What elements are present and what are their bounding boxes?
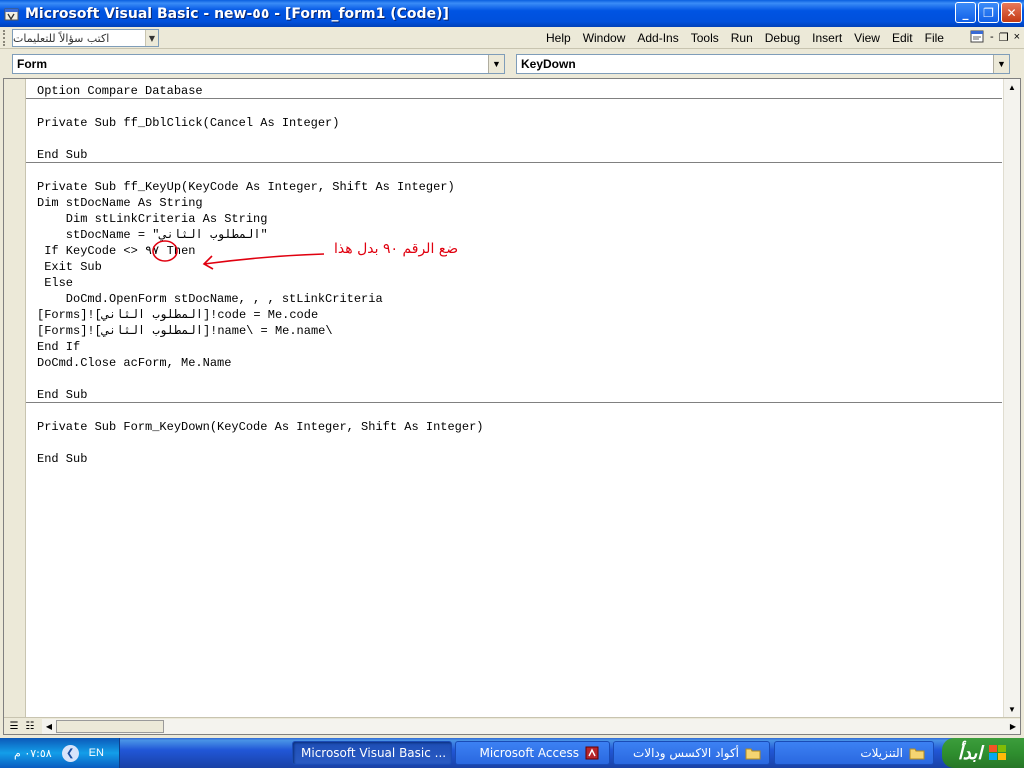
code-line: Private Sub Form_KeyDown(KeyCode As Inte…: [37, 420, 484, 434]
language-indicator[interactable]: EN: [89, 747, 104, 759]
procedure-view-icon[interactable]: ☰: [6, 719, 22, 733]
menu-bar: اكتب سؤالاً للتعليمات ▼ Help Window Add-…: [0, 27, 1024, 49]
code-line: Private Sub ff_DblClick(Cancel As Intege…: [37, 116, 340, 130]
task-access[interactable]: Microsoft Access: [455, 741, 610, 765]
folder-icon: [745, 748, 761, 760]
code-line: [Forms]![المطلوب الثاني]!code = Me.code: [37, 308, 319, 322]
scroll-up-icon[interactable]: ▲: [1004, 79, 1020, 95]
procedure-combo-value: KeyDown: [521, 57, 576, 71]
chevron-down-icon[interactable]: ▼: [993, 55, 1009, 73]
taskbar: ٠٧:٥٨ م ❮ EN Microsoft Visual Basic ... …: [0, 738, 1024, 768]
system-tray: ٠٧:٥٨ م ❮ EN: [0, 738, 120, 768]
task-visual-basic[interactable]: Microsoft Visual Basic ...: [292, 741, 452, 765]
task-label: أكواد الاكسس ودالات: [632, 746, 739, 760]
code-line: End Sub: [37, 148, 88, 162]
code-line: DoCmd.Close acForm, Me.Name: [37, 356, 232, 370]
annotation-text: ضع الرقم ٩٠ بدل هذا: [334, 241, 459, 257]
code-line: End Sub: [37, 388, 88, 402]
minimize-button[interactable]: _: [955, 2, 976, 23]
chevron-down-icon[interactable]: ▼: [488, 55, 504, 73]
mdi-restore-button[interactable]: ❐: [999, 31, 1009, 44]
start-button[interactable]: ابدأ: [942, 738, 1024, 768]
full-module-view-icon[interactable]: ☷: [22, 719, 38, 733]
procedure-separator: [26, 162, 1002, 163]
task-label: Microsoft Visual Basic ...: [301, 746, 447, 760]
scroll-down-icon[interactable]: ▼: [1004, 701, 1020, 717]
code-line: End Sub: [37, 452, 88, 466]
code-line: DoCmd.OpenForm stDocName, , , stLinkCrit…: [37, 292, 383, 306]
code-line: Dim stLinkCriteria As String: [37, 212, 268, 226]
ask-question-text: اكتب سؤالاً للتعليمات: [13, 31, 110, 45]
chevron-left-icon[interactable]: ❮: [61, 744, 79, 762]
menu-insert[interactable]: Insert: [806, 31, 848, 45]
title-bar[interactable]: Microsoft Visual Basic - new-٥٥ - [Form_…: [0, 0, 1024, 27]
menu-tools[interactable]: Tools: [685, 31, 725, 45]
code-line: Private Sub ff_KeyUp(KeyCode As Integer,…: [37, 180, 455, 194]
task-folder-downloads[interactable]: التنزيلات: [774, 741, 934, 765]
code-area[interactable]: Option Compare Database Private Sub ff_D…: [37, 83, 1000, 467]
code-line: Option Compare Database: [37, 84, 203, 98]
folder-icon: [909, 748, 925, 760]
mdi-close-button[interactable]: ×: [1014, 31, 1020, 43]
ask-question-box[interactable]: اكتب سؤالاً للتعليمات ▼: [12, 29, 159, 47]
code-window-icon[interactable]: [969, 29, 985, 45]
code-editor[interactable]: Option Compare Database Private Sub ff_D…: [3, 78, 1021, 735]
visual-basic-icon: [4, 8, 19, 20]
chevron-down-icon[interactable]: ▼: [145, 30, 158, 46]
task-folder-codes[interactable]: أكواد الاكسس ودالات: [613, 741, 770, 765]
close-button[interactable]: ✕: [1001, 2, 1022, 23]
menu-view[interactable]: View: [848, 31, 886, 45]
procedure-separator: [26, 98, 1002, 99]
horizontal-scrollbar[interactable]: ◀ ▶: [42, 719, 1020, 734]
maximize-button[interactable]: ❐: [978, 2, 999, 23]
procedure-separator: [26, 402, 1002, 403]
menu-window[interactable]: Window: [577, 31, 632, 45]
object-combo[interactable]: Form ▼: [12, 54, 505, 74]
scroll-left-icon[interactable]: ◀: [42, 719, 56, 734]
code-block-keyup: Private Sub ff_KeyUp(KeyCode As Integer,…: [37, 179, 1000, 419]
vertical-scrollbar[interactable]: ▲ ▼: [1003, 79, 1020, 717]
menu-addins[interactable]: Add-Ins: [631, 31, 684, 45]
editor-bottom-bar: ☰ ☷ ◀ ▶: [4, 717, 1020, 734]
menu-debug[interactable]: Debug: [759, 31, 806, 45]
code-line: End If: [37, 340, 81, 354]
procedure-combo[interactable]: KeyDown ▼: [516, 54, 1010, 74]
window-title: Microsoft Visual Basic - new-٥٥ - [Form_…: [25, 5, 449, 22]
access-key-icon: [585, 746, 599, 760]
scroll-thumb[interactable]: [56, 720, 164, 733]
menu-file[interactable]: File: [919, 31, 950, 45]
margin-indicator-bar[interactable]: [4, 79, 26, 717]
scroll-right-icon[interactable]: ▶: [1006, 719, 1020, 734]
code-block-keydown: Private Sub Form_KeyDown(KeyCode As Inte…: [37, 419, 1000, 467]
code-line: [Forms]![المطلوب الثاني]!name\ = Me.name…: [37, 324, 333, 338]
object-combo-value: Form: [17, 57, 47, 71]
mdi-minimize-button[interactable]: -: [990, 31, 994, 43]
code-line: Dim stDocName As String: [37, 196, 203, 210]
start-label: ابدأ: [957, 742, 983, 764]
windows-logo-icon: [989, 745, 1007, 760]
menu-run[interactable]: Run: [725, 31, 759, 45]
toolbar-grip-icon[interactable]: [3, 29, 7, 46]
task-label: التنزيلات: [860, 746, 903, 760]
task-label: Microsoft Access: [479, 746, 579, 760]
procedure-bar: Form ▼ KeyDown ▼: [0, 49, 1024, 77]
menu-list: Help Window Add-Ins Tools Run Debug Inse…: [540, 27, 950, 49]
menu-edit[interactable]: Edit: [886, 31, 919, 45]
clock[interactable]: ٠٧:٥٨ م: [14, 747, 52, 760]
code-line: Else: [37, 276, 74, 290]
menu-help[interactable]: Help: [540, 31, 577, 45]
